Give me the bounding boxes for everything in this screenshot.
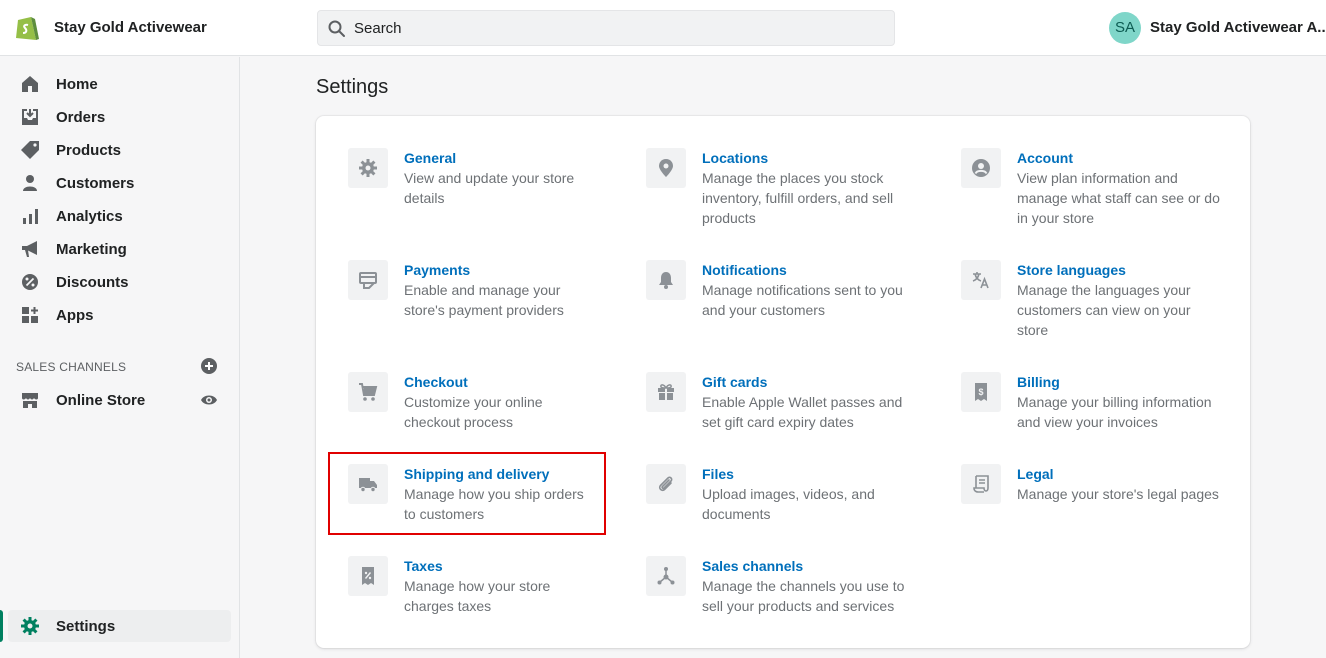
tile-description: View and update your store details bbox=[404, 170, 575, 206]
tile-title[interactable]: Account bbox=[1017, 148, 1073, 168]
sidebar-item-label: Orders bbox=[56, 109, 106, 126]
highlight-box bbox=[328, 452, 606, 535]
person-icon bbox=[23, 175, 37, 191]
tile-icon-box bbox=[348, 260, 388, 300]
bell-icon bbox=[659, 272, 673, 289]
tile-description: Manage your billing information and view… bbox=[1017, 394, 1212, 430]
tile-title[interactable]: Files bbox=[702, 464, 734, 484]
tile-description: View plan information and manage what st… bbox=[1017, 170, 1220, 226]
tile-icon-box bbox=[348, 372, 388, 412]
tile-icon-box bbox=[961, 260, 1001, 300]
tile-title[interactable]: Locations bbox=[702, 148, 768, 168]
search-icon bbox=[328, 20, 345, 37]
tile-icon-box bbox=[646, 556, 686, 596]
svg-text:$: $ bbox=[978, 387, 983, 397]
tile-icon-box bbox=[646, 372, 686, 412]
tile-title[interactable]: Sales channels bbox=[702, 556, 803, 576]
sidebar-item-analytics[interactable]: Analytics bbox=[0, 200, 239, 233]
store-icon bbox=[22, 393, 38, 408]
top-bar: Stay Gold Activewear Search SA Stay Gold… bbox=[0, 0, 1326, 56]
account-icon bbox=[972, 159, 990, 177]
add-circle-icon[interactable] bbox=[200, 357, 218, 375]
tile-description: Manage your store's legal pages bbox=[1017, 486, 1219, 502]
tile-title[interactable]: Payments bbox=[404, 260, 470, 280]
sidebar: Home Orders Products Customers Analytics… bbox=[0, 57, 240, 658]
tile-title[interactable]: Gift cards bbox=[702, 372, 767, 392]
sidebar-item-products[interactable]: Products bbox=[0, 134, 239, 167]
tile-title[interactable]: Legal bbox=[1017, 464, 1054, 484]
sidebar-item-settings[interactable]: Settings bbox=[0, 610, 231, 642]
tile-description: Manage how your store charges taxes bbox=[404, 578, 551, 614]
sidebar-item-label: Products bbox=[56, 142, 122, 159]
home-icon bbox=[22, 76, 38, 92]
sidebar-item-label: Customers bbox=[56, 175, 135, 192]
location-pin-icon bbox=[659, 159, 673, 177]
search-bar[interactable]: Search bbox=[317, 10, 895, 46]
tile-title[interactable]: Notifications bbox=[702, 260, 787, 280]
sidebar-item-label: Settings bbox=[56, 618, 116, 635]
apps-icon bbox=[22, 307, 38, 323]
tag-icon bbox=[21, 141, 39, 159]
bar-chart-icon bbox=[23, 209, 38, 224]
avatar[interactable]: SA bbox=[1109, 12, 1141, 44]
tile-description: Manage the channels you use to sell your… bbox=[702, 578, 905, 614]
sidebar-item-orders[interactable]: Orders bbox=[0, 101, 239, 134]
sidebar-item-label: Analytics bbox=[56, 208, 123, 225]
tile-description: Manage the places you stock inventory, f… bbox=[702, 170, 894, 226]
sidebar-item-label: Online Store bbox=[56, 392, 146, 409]
store-name[interactable]: Stay Gold Activewear bbox=[54, 19, 207, 36]
tile-icon-box bbox=[961, 464, 1001, 504]
sidebar-item-marketing[interactable]: Marketing bbox=[0, 233, 239, 266]
tile-description: Manage notifications sent to you and you… bbox=[702, 282, 903, 318]
sidebar-item-label: Apps bbox=[56, 307, 94, 324]
tile-title[interactable]: Checkout bbox=[404, 372, 468, 392]
megaphone-icon bbox=[22, 241, 37, 257]
tile-icon-box bbox=[646, 260, 686, 300]
gift-icon bbox=[658, 384, 674, 400]
taxes-icon bbox=[362, 567, 374, 585]
tile-description: Manage the languages your customers can … bbox=[1017, 282, 1191, 338]
search-input[interactable]: Search bbox=[354, 20, 402, 37]
tile-icon-box bbox=[646, 148, 686, 188]
gear-icon bbox=[21, 617, 39, 635]
tile-description: Upload images, videos, and documents bbox=[702, 486, 875, 522]
payments-icon bbox=[359, 272, 377, 289]
sidebar-item-customers[interactable]: Customers bbox=[0, 167, 239, 200]
legal-icon bbox=[973, 475, 989, 493]
tile-title[interactable]: General bbox=[404, 148, 456, 168]
active-indicator bbox=[0, 610, 3, 642]
discount-icon bbox=[22, 274, 38, 290]
shopify-logo-icon[interactable] bbox=[14, 13, 40, 43]
sidebar-item-apps[interactable]: Apps bbox=[0, 299, 239, 332]
channels-icon bbox=[657, 567, 675, 585]
page-title: Settings bbox=[316, 76, 389, 98]
cart-icon bbox=[359, 383, 378, 401]
tile-description: Enable Apple Wallet passes and set gift … bbox=[702, 394, 903, 430]
tile-icon-box bbox=[961, 148, 1001, 188]
sidebar-item-label: Discounts bbox=[56, 274, 129, 291]
sidebar-item-discounts[interactable]: Discounts bbox=[0, 266, 239, 299]
translate-icon bbox=[972, 272, 989, 289]
tile-title[interactable]: Taxes bbox=[404, 556, 443, 576]
tile-icon-box bbox=[348, 148, 388, 188]
paperclip-icon bbox=[658, 476, 673, 492]
orders-icon bbox=[22, 109, 38, 125]
sidebar-item-label: Marketing bbox=[56, 241, 127, 258]
gear-icon bbox=[359, 159, 377, 177]
tile-icon-box bbox=[348, 556, 388, 596]
tile-description: Enable and manage your store's payment p… bbox=[404, 282, 564, 318]
tile-icon-box: $ bbox=[961, 372, 1001, 412]
eye-icon[interactable] bbox=[200, 391, 218, 409]
sales-channels-heading: SALES CHANNELS bbox=[16, 360, 127, 374]
tile-title[interactable]: Billing bbox=[1017, 372, 1060, 392]
settings-card: General View and update your store detai… bbox=[316, 116, 1250, 648]
billing-icon: $ bbox=[975, 383, 987, 401]
tile-description: Customize your online checkout process bbox=[404, 394, 543, 430]
tile-icon-box bbox=[646, 464, 686, 504]
sidebar-item-home[interactable]: Home bbox=[0, 68, 239, 101]
tile-title[interactable]: Store languages bbox=[1017, 260, 1126, 280]
sidebar-item-label: Home bbox=[56, 76, 98, 93]
account-name[interactable]: Stay Gold Activewear A... bbox=[1150, 19, 1326, 36]
